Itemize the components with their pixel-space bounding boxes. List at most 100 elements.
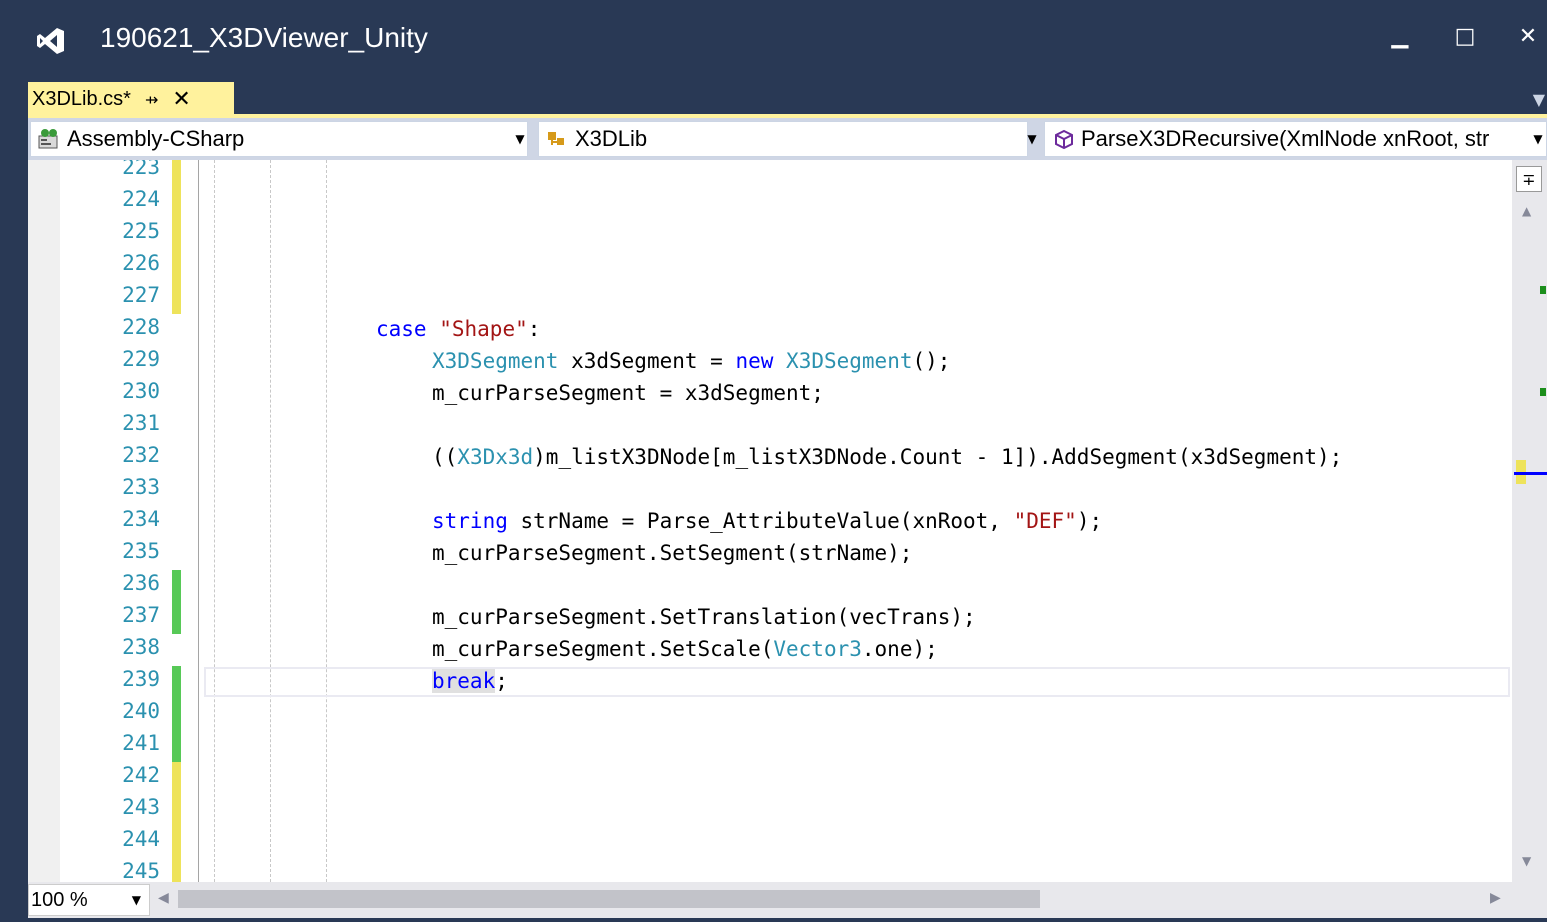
line-number: 242 <box>122 763 160 787</box>
code-text: x3dSegment = <box>558 349 736 373</box>
scroll-right-arrow-icon[interactable]: ▶ <box>1490 890 1501 906</box>
code-line-234[interactable]: string strName = Parse_AttributeValue(xn… <box>432 505 1102 537</box>
scroll-up-arrow-icon[interactable]: ▲ <box>1522 204 1531 218</box>
line-number: 245 <box>122 859 160 882</box>
tab-x3dlib-cs[interactable]: X3DLib.cs* ⇸ ✕ <box>28 82 234 116</box>
tab-overflow-chevron-icon[interactable]: ▼ <box>1533 90 1545 109</box>
change-marker-saved <box>172 570 181 634</box>
member-dropdown[interactable]: ParseX3DRecursive(XmlNode xnRoot, str <box>1044 121 1547 157</box>
line-number: 243 <box>122 795 160 819</box>
string-literal: "Shape" <box>439 317 528 341</box>
line-number: 225 <box>122 219 160 243</box>
code-text: (( <box>432 445 458 469</box>
code-line-239[interactable]: break; <box>432 665 508 697</box>
code-line-238[interactable]: m_curParseSegment.SetScale(Vector3.one); <box>432 633 938 665</box>
code-editor[interactable]: 223 224 225 226 227 228 229 230 231 232 233 234 235 2… <box>28 160 1512 882</box>
line-number: 235 <box>122 539 160 563</box>
code-text: ); <box>1076 509 1103 533</box>
code-line-230[interactable]: m_curParseSegment = x3dSegment; <box>432 377 824 409</box>
line-number: 238 <box>122 635 160 659</box>
scrollbar-caret-position <box>1514 472 1547 475</box>
type-name: X3DSegment <box>786 349 913 373</box>
line-number: 230 <box>122 379 160 403</box>
line-number: 228 <box>122 315 160 339</box>
zoom-chevron-icon[interactable]: ▼ <box>132 893 141 907</box>
minimize-button[interactable]: ▁ <box>1380 18 1420 54</box>
code-text: strName = Parse_AttributeValue(xnRoot, <box>507 509 1014 533</box>
outline-fold-line <box>198 160 199 882</box>
code-text: .one); <box>861 637 938 661</box>
code-text: m_curParseSegment.SetScale( <box>432 637 774 661</box>
zoom-dropdown[interactable]: 100 % ▼ <box>28 884 150 916</box>
code-text: : <box>527 317 541 341</box>
change-marker-saved <box>172 666 181 762</box>
method-cube-icon <box>1055 129 1073 150</box>
indent-guide <box>214 160 215 882</box>
line-number: 236 <box>122 571 160 595</box>
project-name: Assembly-CSharp <box>67 126 245 151</box>
scroll-down-arrow-icon[interactable]: ▼ <box>1522 854 1531 868</box>
vertical-scrollbar[interactable]: ∓ ▲ ▼ <box>1512 160 1547 882</box>
zoom-level: 100 % <box>31 888 88 911</box>
keyword: case <box>376 317 427 341</box>
line-number: 239 <box>122 667 160 691</box>
change-marker-unsaved <box>172 160 181 314</box>
code-text: ; <box>495 669 508 693</box>
class-dropdown-chevron-icon[interactable]: ▼ <box>1024 121 1040 157</box>
selection-margin <box>28 160 60 882</box>
line-number: 223 <box>122 160 160 179</box>
split-window-icon[interactable]: ∓ <box>1516 166 1542 192</box>
line-number: 229 <box>122 347 160 371</box>
line-number: 232 <box>122 443 160 467</box>
navigation-bar: Assembly-CSharp ▼ X3DLib ▼ ParseX3DRecur… <box>28 118 1547 160</box>
maximize-button[interactable]: □ <box>1445 18 1485 54</box>
type-name: X3Dx3d <box>457 445 534 469</box>
project-dropdown-chevron-icon[interactable]: ▼ <box>512 121 528 157</box>
change-marker-unsaved <box>172 762 181 882</box>
horizontal-scrollbar-thumb[interactable] <box>178 890 1040 908</box>
class-icon <box>548 132 564 145</box>
code-line-237[interactable]: m_curParseSegment.SetTranslation(vecTran… <box>432 601 976 633</box>
pin-icon[interactable]: ⇸ <box>145 90 158 109</box>
tab-label: X3DLib.cs* <box>32 87 131 110</box>
close-window-button[interactable]: ✕ <box>1508 18 1547 54</box>
line-number: 224 <box>122 187 160 211</box>
class-name: X3DLib <box>575 126 648 151</box>
current-line-highlight <box>204 667 1510 697</box>
title-bar: 190621_X3DViewer_Unity ▁ □ ✕ <box>0 0 1547 82</box>
tab-close-icon[interactable]: ✕ <box>172 87 190 112</box>
code-text: )m_listX3DNode[m_listX3DNode.Count - 1])… <box>533 445 1343 469</box>
indent-guide <box>326 160 327 882</box>
member-dropdown-chevron-icon[interactable]: ▼ <box>1530 121 1546 157</box>
type-name: X3DSegment <box>432 349 559 373</box>
line-number: 234 <box>122 507 160 531</box>
line-number: 237 <box>122 603 160 627</box>
indent-guide <box>270 160 271 882</box>
string-literal: "DEF" <box>1013 509 1077 533</box>
document-tab-strip: X3DLib.cs* ⇸ ✕ ▼ <box>0 82 1547 116</box>
class-dropdown[interactable]: X3DLib <box>538 121 1028 157</box>
code-line-228[interactable]: case "Shape": <box>376 313 540 345</box>
code-text: (); <box>912 349 951 373</box>
scrollbar-change-mark <box>1540 388 1546 396</box>
csharp-project-icon <box>38 129 58 149</box>
type-name: Vector3 <box>773 637 862 661</box>
code-line-232[interactable]: ((X3Dx3d)m_listX3DNode[m_listX3DNode.Cou… <box>432 441 1342 473</box>
code-line-235[interactable]: m_curParseSegment.SetSegment(strName); <box>432 537 912 569</box>
line-number: 227 <box>122 283 160 307</box>
member-name: ParseX3DRecursive(XmlNode xnRoot, str <box>1081 126 1490 151</box>
project-dropdown[interactable]: Assembly-CSharp <box>30 121 528 157</box>
scroll-left-arrow-icon[interactable]: ◀ <box>158 890 169 906</box>
line-number: 233 <box>122 475 160 499</box>
keyword: string <box>432 509 508 533</box>
line-number: 244 <box>122 827 160 851</box>
scrollbar-change-mark <box>1540 286 1546 294</box>
visual-studio-logo-icon <box>37 28 64 54</box>
line-number-gutter: 223 224 225 226 227 228 229 230 231 232 233 234 235 2… <box>60 160 170 882</box>
line-number: 240 <box>122 699 160 723</box>
code-line-229[interactable]: X3DSegment x3dSegment = new X3DSegment()… <box>432 345 950 377</box>
line-number: 226 <box>122 251 160 275</box>
editor-bottom-bar: 100 % ▼ ◀ ▶ <box>28 882 1547 918</box>
